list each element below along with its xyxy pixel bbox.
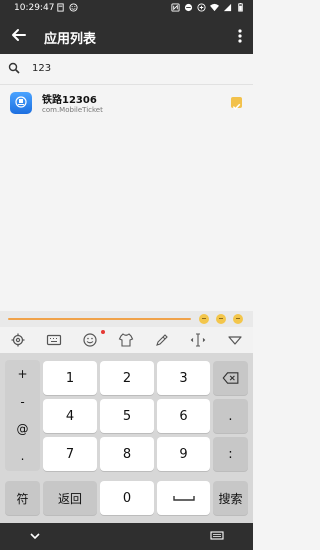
status-bar: 10:29:47 <box>0 0 253 18</box>
space-icon <box>172 496 195 501</box>
app-icon-12306 <box>10 92 32 114</box>
back-arrow-icon[interactable] <box>10 26 28 44</box>
keyboard-icon[interactable] <box>46 332 62 348</box>
triangle-down-icon[interactable] <box>227 332 243 348</box>
storage-icon <box>57 3 64 12</box>
key-3[interactable]: 3 <box>157 361 210 395</box>
chevron-down-icon[interactable] <box>30 532 40 540</box>
symbol-button[interactable]: 符 <box>5 481 40 515</box>
symbol-column: + - @ . <box>5 360 40 471</box>
shirt-icon[interactable] <box>118 332 134 348</box>
emoji-face-icon[interactable] <box>216 314 226 324</box>
key-period[interactable]: . <box>213 399 248 433</box>
space-button[interactable] <box>157 481 210 515</box>
app-list: 铁路12306 com.MobileTicket <box>0 85 253 121</box>
app-checkbox[interactable] <box>231 97 242 110</box>
list-item[interactable]: 铁路12306 com.MobileTicket <box>0 85 253 121</box>
emoji-icon[interactable] <box>82 332 98 348</box>
keyboard-switch-icon[interactable] <box>210 531 224 541</box>
key-plus[interactable]: + <box>5 362 40 386</box>
wifi-icon <box>210 3 219 12</box>
check-icon <box>232 103 241 110</box>
data-saver-icon <box>197 3 206 12</box>
emoji-face-icon[interactable] <box>233 314 243 324</box>
gear-icon[interactable] <box>10 332 26 348</box>
back-button[interactable]: 返回 <box>43 481 97 515</box>
key-9[interactable]: 9 <box>157 437 210 471</box>
more-vertical-icon[interactable] <box>235 27 245 45</box>
key-2[interactable]: 2 <box>100 361 154 395</box>
emoji-icon <box>69 3 78 12</box>
search-bar[interactable]: 123 <box>0 54 253 85</box>
key-at[interactable]: @ <box>5 417 40 441</box>
status-right-icons <box>171 3 245 12</box>
dnd-icon <box>184 3 193 12</box>
status-left-icons <box>56 3 78 12</box>
key-colon[interactable]: : <box>213 437 248 471</box>
navigation-bar <box>0 523 253 550</box>
keyboard-toolbar <box>0 327 253 354</box>
app-bar: 应用列表 <box>0 18 253 54</box>
backspace-icon <box>222 372 238 384</box>
battery-icon <box>238 3 243 12</box>
search-input[interactable]: 123 <box>32 63 51 74</box>
app-package: com.MobileTicket <box>42 106 103 114</box>
search-icon <box>8 62 20 74</box>
train-icon <box>15 96 27 108</box>
notification-dot <box>101 330 105 334</box>
keyboard-suggestion-strip <box>0 311 253 327</box>
search-button[interactable]: 搜索 <box>213 481 248 515</box>
key-6[interactable]: 6 <box>157 399 210 433</box>
keyboard-progress-line <box>8 318 191 320</box>
app-name: 铁路12306 <box>42 95 97 106</box>
cursor-move-icon[interactable] <box>190 332 206 348</box>
key-8[interactable]: 8 <box>100 437 154 471</box>
emoji-face-icon[interactable] <box>199 314 209 324</box>
signal-icon <box>223 3 232 12</box>
pen-icon[interactable] <box>154 332 170 348</box>
key-4[interactable]: 4 <box>43 399 97 433</box>
page-title: 应用列表 <box>44 32 97 47</box>
nfc-icon <box>171 3 180 12</box>
key-7[interactable]: 7 <box>43 437 97 471</box>
status-time: 10:29:47 <box>14 3 55 13</box>
numeric-keyboard: + - @ . 1 2 3 4 5 6 . 7 8 9 : 符 返回 0 搜索 <box>0 353 253 523</box>
backspace-button[interactable] <box>213 361 248 395</box>
key-5[interactable]: 5 <box>100 399 154 433</box>
key-dot[interactable]: . <box>5 444 40 468</box>
key-0[interactable]: 0 <box>100 481 154 515</box>
key-1[interactable]: 1 <box>43 361 97 395</box>
key-minus[interactable]: - <box>5 390 40 414</box>
